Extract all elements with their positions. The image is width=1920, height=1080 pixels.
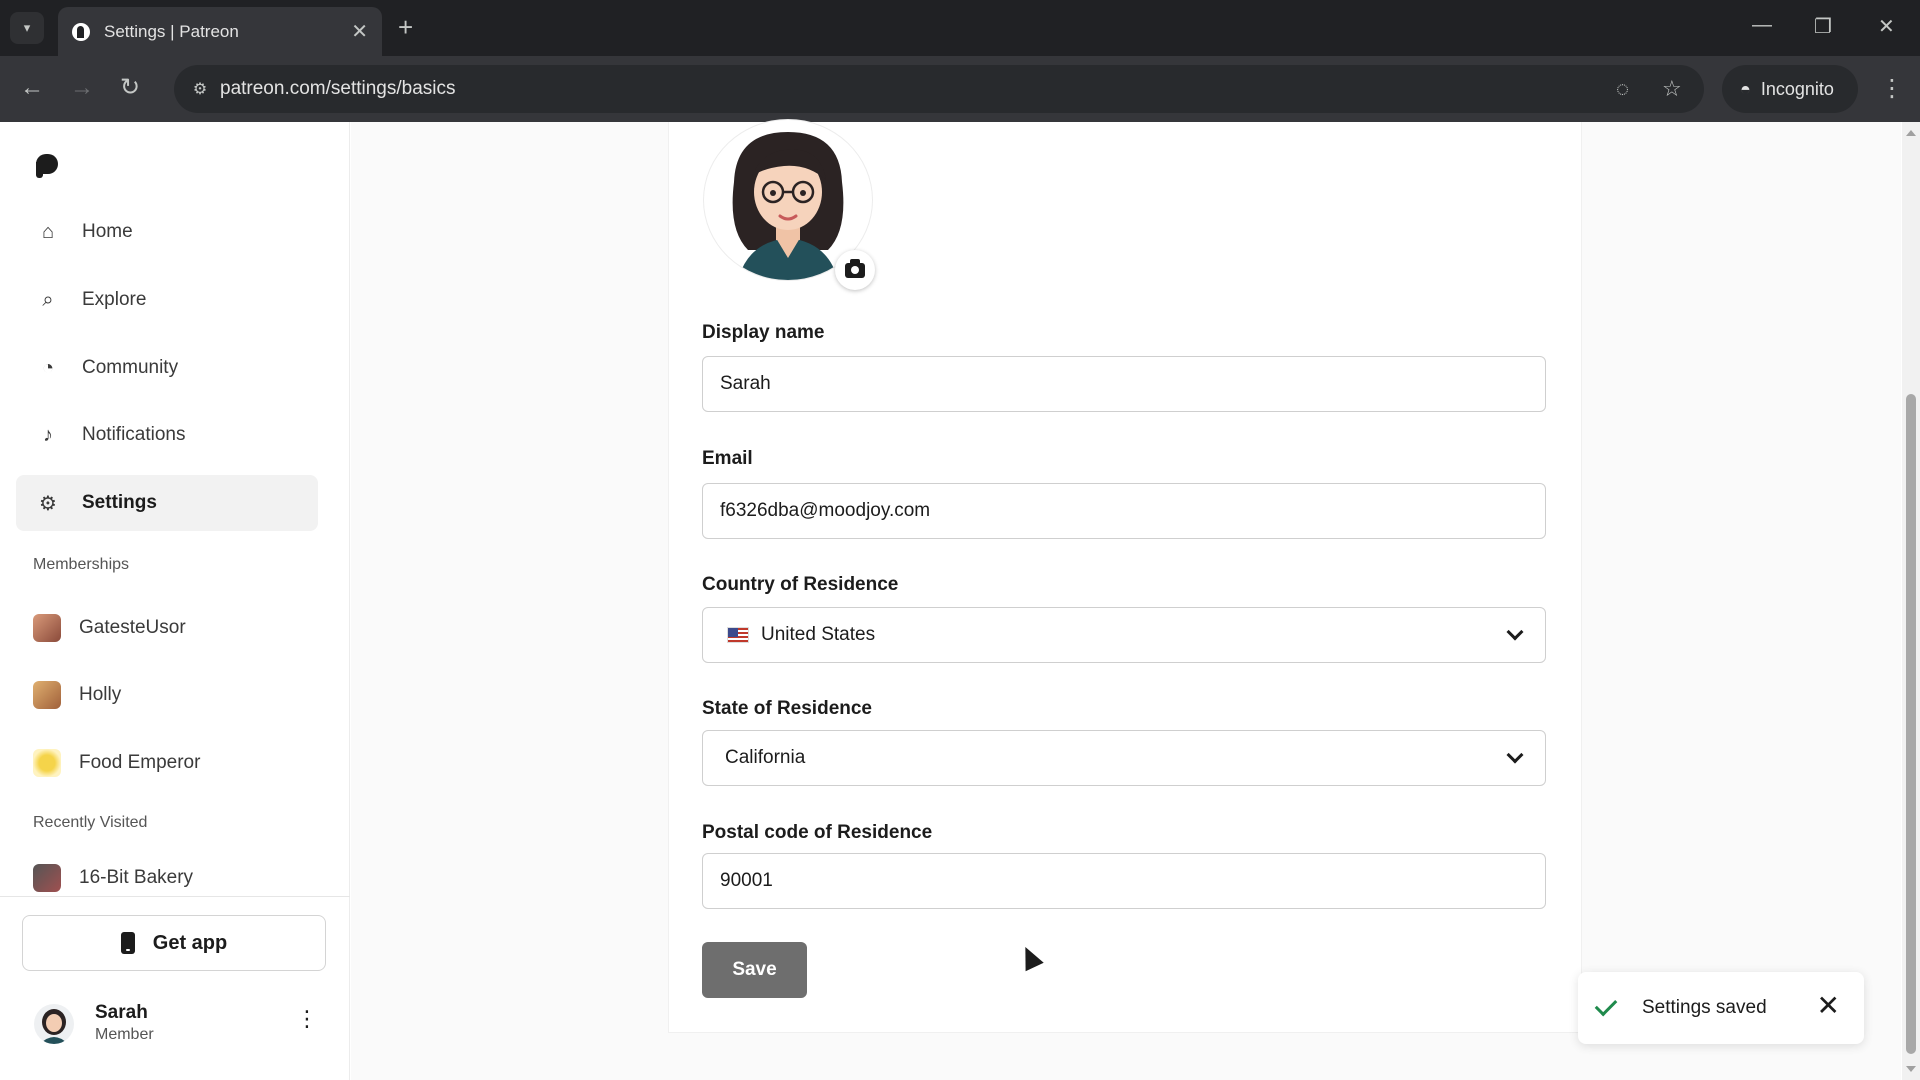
- sidebar-item-notifications[interactable]: ♪ Notifications: [16, 407, 318, 463]
- gear-icon: ⚙: [39, 492, 57, 515]
- tab-close-icon[interactable]: ✕: [351, 19, 368, 44]
- tab-title: Settings | Patreon: [104, 21, 239, 41]
- site-info-icon[interactable]: ⚙: [188, 77, 212, 101]
- creator-avatar: [33, 864, 61, 892]
- incognito-label: Incognito: [1760, 78, 1834, 99]
- user-menu[interactable]: Sarah Member ⋮: [34, 998, 324, 1054]
- us-flag-icon: [727, 627, 749, 643]
- divider: [0, 896, 350, 897]
- membership-label: Holly: [79, 684, 122, 705]
- forward-arrow-icon[interactable]: →: [70, 74, 94, 102]
- scroll-thumb[interactable]: [1906, 394, 1916, 1054]
- recent-item[interactable]: 16-Bit Bakery: [16, 862, 318, 894]
- sidebar: ⌂ Home ⌕ Explore ◔ Community ♪ Notificat…: [0, 122, 350, 1080]
- email-input[interactable]: [702, 483, 1546, 539]
- home-icon: ⌂: [41, 220, 55, 243]
- tab-search-button[interactable]: ▾: [10, 12, 44, 44]
- user-role: Member: [95, 1026, 154, 1043]
- sidebar-item-settings[interactable]: ⚙ Settings: [16, 475, 318, 531]
- minimize-icon[interactable]: —: [1752, 14, 1772, 37]
- window-close-icon[interactable]: ✕: [1878, 14, 1895, 39]
- get-app-label: Get app: [152, 931, 228, 954]
- reload-icon[interactable]: ↻: [120, 74, 140, 102]
- user-avatar-illustration: [40, 1009, 68, 1044]
- camera-icon: [845, 258, 865, 278]
- country-value: United States: [761, 624, 876, 645]
- page-scrollbar[interactable]: [1902, 122, 1920, 1080]
- country-select[interactable]: United States: [702, 607, 1546, 663]
- membership-item[interactable]: GatesteUsor: [16, 604, 318, 652]
- membership-item[interactable]: Food Emperor: [16, 739, 318, 787]
- chevron-down-icon: [1506, 623, 1524, 641]
- state-label: State of Residence: [702, 698, 872, 719]
- sidebar-item-label: Explore: [82, 289, 147, 310]
- sidebar-item-community[interactable]: ◔ Community: [16, 340, 318, 396]
- chevron-down-icon: ▾: [23, 20, 31, 35]
- avatar[interactable]: [34, 1004, 74, 1044]
- main-content: [351, 122, 1901, 1080]
- sidebar-item-home[interactable]: ⌂ Home: [16, 204, 318, 260]
- address-bar[interactable]: ⚙ patreon.com/settings/basics ◌ ☆: [174, 65, 1704, 113]
- sidebar-item-label: Home: [82, 221, 133, 242]
- sidebar-item-label: Settings: [82, 492, 157, 513]
- country-label: Country of Residence: [702, 574, 899, 595]
- creator-avatar: [33, 749, 61, 777]
- membership-item[interactable]: Holly: [16, 671, 318, 719]
- url-text[interactable]: patreon.com/settings/basics: [220, 78, 456, 100]
- more-options-icon[interactable]: ⋮: [296, 1008, 318, 1030]
- recently-visited-heading: Recently Visited: [33, 814, 148, 831]
- postal-label: Postal code of Residence: [702, 822, 933, 843]
- chat-icon: ◔: [41, 356, 55, 379]
- search-icon: ⌕: [42, 288, 54, 311]
- patreon-favicon-icon: [72, 22, 90, 41]
- new-tab-button[interactable]: +: [398, 14, 413, 40]
- change-photo-button[interactable]: [835, 250, 875, 290]
- memberships-heading: Memberships: [33, 556, 130, 573]
- state-value: California: [725, 747, 806, 768]
- creator-avatar: [33, 681, 61, 709]
- browser-toolbar: ← → ↻ ⚙ patreon.com/settings/basics ◌ ☆ …: [0, 56, 1920, 122]
- scroll-down-icon[interactable]: [1906, 1066, 1916, 1072]
- checkmark-icon: [1594, 993, 1618, 1017]
- email-label: Email: [702, 448, 753, 469]
- display-name-label: Display name: [702, 322, 825, 343]
- toast-message: Settings saved: [1642, 997, 1767, 1018]
- bell-icon: ♪: [43, 423, 53, 446]
- scroll-up-icon[interactable]: [1906, 130, 1916, 136]
- settings-saved-toast: Settings saved ✕: [1578, 972, 1864, 1044]
- browser-tab-bar: ▾ Settings | Patreon ✕ + — ❐ ✕: [0, 0, 1920, 56]
- display-name-input[interactable]: [702, 356, 1546, 412]
- back-arrow-icon[interactable]: ←: [20, 74, 44, 102]
- get-app-button[interactable]: Get app: [22, 915, 326, 971]
- patreon-logo-icon[interactable]: [36, 154, 58, 178]
- membership-label: Food Emperor: [79, 752, 201, 773]
- sidebar-item-label: Notifications: [82, 424, 186, 445]
- user-name: Sarah: [95, 1002, 148, 1023]
- phone-icon: [120, 932, 135, 954]
- browser-menu-icon[interactable]: ⋮: [1880, 74, 1904, 103]
- membership-label: GatesteUsor: [79, 617, 186, 638]
- incognito-indicator[interactable]: ◓ Incognito: [1722, 65, 1858, 113]
- sidebar-item-explore[interactable]: ⌕ Explore: [16, 272, 318, 328]
- restore-icon[interactable]: ❐: [1814, 14, 1832, 39]
- chevron-down-icon: [1506, 746, 1524, 764]
- browser-tab[interactable]: Settings | Patreon ✕: [58, 7, 382, 56]
- creator-avatar: [33, 614, 61, 642]
- incognito-icon: ◓: [1740, 78, 1751, 99]
- state-select[interactable]: California: [702, 730, 1546, 786]
- eye-off-icon[interactable]: ◌: [1616, 76, 1629, 102]
- save-button[interactable]: Save: [702, 942, 807, 998]
- postal-code-input[interactable]: [702, 853, 1546, 909]
- star-icon[interactable]: ☆: [1662, 76, 1682, 102]
- sidebar-item-label: Community: [82, 357, 179, 378]
- recent-label: 16-Bit Bakery: [79, 867, 194, 888]
- close-icon[interactable]: ✕: [1817, 992, 1840, 1020]
